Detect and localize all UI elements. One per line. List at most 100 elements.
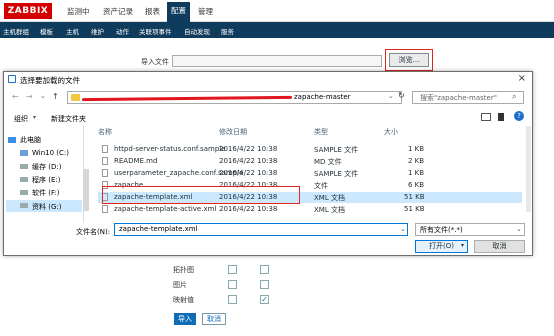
cancel-button[interactable]: 取消: [202, 313, 226, 325]
file-type: SAMPLE 文件: [314, 170, 359, 178]
dialog-titlebar[interactable]: 选择要加载的文件 ×: [4, 72, 532, 86]
import-file-label: 导入文件: [141, 58, 169, 66]
tree-item-drive-c[interactable]: Win10 (C:): [32, 149, 69, 157]
file-open-dialog: 选择要加载的文件 × ← → ⌄ ↑ zapache-master ⌄ ↻ 搜索…: [3, 71, 533, 256]
option-checkbox[interactable]: [228, 280, 237, 289]
zabbix-logo[interactable]: ZABBIX: [4, 3, 52, 19]
option-label: 图片: [173, 281, 187, 289]
option-label: 拓扑图: [173, 266, 194, 274]
filename-value: zapache-template.xml: [119, 225, 198, 233]
option-checkbox[interactable]: [228, 295, 237, 304]
file-row[interactable]: README.md 2016/4/22 10:38 MD 文件 2 KB: [98, 156, 522, 167]
view-options-icon[interactable]: [481, 113, 491, 121]
file-type: 文件: [314, 182, 328, 190]
subnav-templates[interactable]: 模板: [40, 26, 53, 36]
browse-button[interactable]: 浏览...: [389, 53, 429, 67]
option-checkbox[interactable]: [228, 265, 237, 274]
option-checkbox[interactable]: [260, 265, 269, 274]
file-size: 51 KB: [404, 193, 425, 201]
nav-inventory[interactable]: 资产记录: [103, 6, 133, 17]
back-arrow-icon[interactable]: ←: [12, 92, 19, 101]
file-size: 1 KB: [408, 145, 425, 153]
file-row[interactable]: zapache-template-active.xml 2016/4/22 10…: [98, 204, 522, 215]
preview-pane-icon[interactable]: [498, 113, 504, 121]
file-list-scrollbar[interactable]: [526, 126, 531, 212]
sub-nav-bar: [0, 22, 554, 38]
file-icon: [102, 205, 108, 213]
forward-arrow-icon[interactable]: →: [26, 92, 33, 101]
folder-icon: [71, 94, 80, 101]
tree-item-this-pc[interactable]: 此电脑: [20, 135, 41, 145]
file-date: 2016/4/22 10:38: [219, 145, 278, 153]
tree-item-drive-e[interactable]: 程序 (E:): [32, 175, 60, 185]
file-size: 6 KB: [408, 181, 425, 189]
search-placeholder: 搜索"zapache-master": [420, 94, 497, 102]
organize-dropdown-icon: ▾: [33, 114, 37, 121]
help-icon[interactable]: ?: [514, 111, 524, 121]
address-dropdown-icon[interactable]: ⌄: [388, 92, 394, 100]
nav-reports[interactable]: 报表: [145, 6, 160, 17]
option-checkbox[interactable]: [260, 280, 269, 289]
col-type[interactable]: 类型: [314, 127, 328, 137]
tree-item-drive-f[interactable]: 软件 (F:): [32, 188, 60, 198]
file-icon: [102, 169, 108, 177]
search-icon: ⌕: [512, 92, 517, 101]
subnav-correlation[interactable]: 关联项事件: [139, 26, 172, 36]
file-date: 2016/4/22 10:38: [219, 205, 278, 213]
subnav-maintenance[interactable]: 维护: [91, 26, 104, 36]
dialog-title: 选择要加载的文件: [20, 76, 80, 85]
column-headers: 名称 修改日期 类型 大小: [98, 127, 522, 139]
up-arrow-icon[interactable]: ↑: [52, 92, 59, 101]
tree-item-drive-g[interactable]: 资料 (G:): [32, 202, 61, 212]
option-label: 映射值: [173, 296, 194, 304]
subnav-discovery[interactable]: 自动发现: [184, 26, 210, 36]
file-size: 2 KB: [408, 157, 425, 165]
file-icon: [102, 157, 108, 165]
drive-icon: [20, 164, 28, 169]
file-path-field[interactable]: [172, 55, 382, 67]
nav-administration[interactable]: 管理: [198, 6, 213, 17]
file-name: zapache-template-active.xml: [114, 205, 217, 213]
subnav-actions[interactable]: 动作: [116, 26, 129, 36]
filename-label: 文件名(N):: [76, 228, 111, 236]
col-size[interactable]: 大小: [384, 127, 398, 137]
subnav-hosts[interactable]: 主机: [66, 26, 79, 36]
drive-icon: [20, 177, 28, 182]
col-modified[interactable]: 修改日期: [219, 127, 247, 137]
address-path: zapache-master: [294, 93, 351, 101]
col-name[interactable]: 名称: [98, 127, 112, 137]
open-dropdown-icon[interactable]: ▾: [461, 242, 464, 249]
file-date: 2016/4/22 10:38: [219, 169, 278, 177]
new-folder-button[interactable]: 新建文件夹: [51, 114, 86, 124]
file-type: XML 文档: [314, 194, 345, 202]
tree-item-drive-d[interactable]: 缓存 (D:): [32, 162, 61, 172]
nav-configuration[interactable]: 配置: [167, 2, 190, 22]
file-type: XML 文档: [314, 206, 345, 214]
file-name: httpd-server-status.conf.sample: [114, 145, 226, 153]
selected-file-highlight-box: [102, 186, 300, 204]
drive-icon: [20, 150, 28, 156]
nav-scrollbar[interactable]: [83, 169, 89, 211]
filename-dropdown-icon[interactable]: ⌄: [400, 225, 406, 233]
option-checkbox-checked[interactable]: ✓: [260, 295, 269, 304]
file-type: MD 文件: [314, 158, 342, 166]
organize-menu[interactable]: 组织: [14, 114, 28, 124]
computer-icon: [8, 137, 16, 143]
refresh-icon[interactable]: ↻: [398, 91, 405, 100]
nav-monitoring[interactable]: 监测中: [67, 6, 90, 17]
file-size: 51 KB: [404, 205, 425, 213]
file-icon: [102, 145, 108, 153]
file-type: SAMPLE 文件: [314, 146, 359, 154]
import-button[interactable]: 导入: [174, 313, 196, 325]
file-row[interactable]: userparameter_zapache.conf.sample 2016/4…: [98, 168, 522, 179]
filetype-dropdown-icon[interactable]: ⌄: [516, 225, 522, 233]
file-row[interactable]: httpd-server-status.conf.sample 2016/4/2…: [98, 144, 522, 155]
file-size: 1 KB: [408, 169, 425, 177]
close-icon[interactable]: ×: [518, 73, 526, 84]
recent-dropdown-icon[interactable]: ⌄: [40, 92, 46, 100]
dialog-cancel-button[interactable]: 取消: [474, 240, 525, 253]
file-name: README.md: [114, 157, 158, 165]
file-date: 2016/4/22 10:38: [219, 157, 278, 165]
subnav-services[interactable]: 服务: [221, 26, 234, 36]
subnav-host-groups[interactable]: 主机群组: [3, 26, 29, 36]
